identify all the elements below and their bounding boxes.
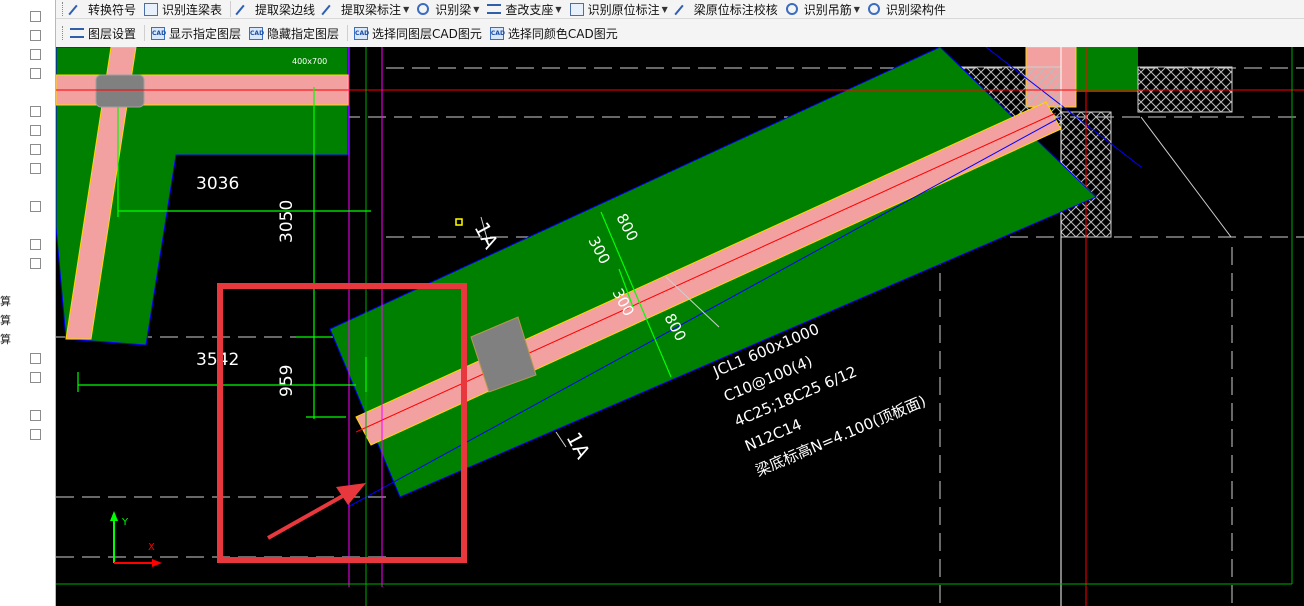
dimension-3050: 3050 <box>277 200 297 243</box>
beam-edge-icon <box>237 3 251 16</box>
toolbar-separator <box>347 25 349 41</box>
tree-item-text: 算 <box>0 333 11 346</box>
cad-layer-toolbar: 图层设置 CAD 显示指定图层 CAD 隐藏指定图层 CAD 选择同图层CAD图元 C… <box>56 19 1304 47</box>
button-label: 转换符号 <box>88 2 137 17</box>
dimension-959: 959 <box>277 365 297 397</box>
button-label: 图层设置 <box>88 26 137 41</box>
layer-settings-button[interactable]: 图层设置 <box>70 25 136 42</box>
chevron-down-icon[interactable]: ▼ <box>473 5 479 14</box>
checkbox[interactable] <box>30 30 41 41</box>
button-label: 识别连梁表 <box>162 2 223 17</box>
checkbox[interactable] <box>30 353 41 364</box>
identify-beam-button[interactable]: 识别梁 ▼ <box>417 1 479 18</box>
cad-drawing[interactable]: 3036 3050 3542 959 400x700 800 300 300 8… <box>56 47 1304 606</box>
identify-beam-icon <box>417 3 430 15</box>
chevron-down-icon[interactable]: ▼ <box>854 5 860 14</box>
column[interactable] <box>95 74 145 108</box>
toolbar-grip[interactable] <box>62 26 66 40</box>
beam-size-label: 400x700 <box>292 57 327 66</box>
checkbox[interactable] <box>30 106 41 117</box>
convert-symbol-button[interactable]: 转换符号 <box>70 1 136 18</box>
hide-layer-button[interactable]: CAD 隐藏指定图层 <box>249 25 339 42</box>
toolbar-separator <box>144 25 146 41</box>
checkbox[interactable] <box>30 201 41 212</box>
checkbox[interactable] <box>30 410 41 421</box>
checkbox[interactable] <box>30 144 41 155</box>
button-label: 识别梁 <box>435 2 472 17</box>
hanger-icon <box>785 3 798 15</box>
button-label: 选择同颜色CAD图元 <box>507 26 618 41</box>
beam-label-icon <box>323 3 337 16</box>
button-label: 识别梁构件 <box>885 2 946 17</box>
beam-label-check-button[interactable]: 梁原位标注校核 <box>676 1 778 18</box>
select-same-color-button[interactable]: CAD 选择同颜色CAD图元 <box>489 25 618 42</box>
drawing-canvas[interactable]: 3036 3050 3542 959 400x700 800 300 300 8… <box>56 47 1304 606</box>
layer-settings-icon <box>70 28 84 38</box>
button-label: 提取梁边线 <box>255 2 316 17</box>
axis-y-label: Y <box>121 517 129 528</box>
button-label: 查改支座 <box>505 2 554 17</box>
diagonal-beam-jcl1[interactable] <box>329 47 1097 508</box>
section-mark-bottom: 1A <box>562 428 596 463</box>
table-icon <box>144 2 159 16</box>
red-arrow-icon <box>267 483 366 540</box>
button-label: 梁原位标注校核 <box>693 2 778 17</box>
chevron-down-icon[interactable]: ▼ <box>555 5 561 14</box>
tree-item-text: 算 <box>0 314 11 327</box>
check-icon <box>676 3 690 16</box>
button-label: 提取梁标注 <box>341 2 402 17</box>
left-panel: 算 算 算 <box>0 0 56 606</box>
checkbox[interactable] <box>30 11 41 22</box>
in-situ-label-icon <box>569 2 584 16</box>
toolbar-grip[interactable] <box>62 2 66 16</box>
cad-show-layer-icon: CAD <box>151 26 166 40</box>
cad-hide-layer-icon: CAD <box>249 26 264 40</box>
dimension-3036: 3036 <box>196 174 239 194</box>
checkbox[interactable] <box>30 372 41 383</box>
chevron-down-icon[interactable]: ▼ <box>403 5 409 14</box>
identify-beam-member-button[interactable]: 识别梁构件 <box>867 1 946 18</box>
checkbox[interactable] <box>30 429 41 440</box>
checkbox[interactable] <box>30 163 41 174</box>
identify-in-situ-label-button[interactable]: 识别原位标注 ▼ <box>569 1 668 18</box>
extract-beam-edge-button[interactable]: 提取梁边线 <box>237 1 315 18</box>
button-label: 隐藏指定图层 <box>267 26 340 41</box>
cad-select-layer-icon: CAD <box>354 26 369 40</box>
convert-symbol-icon <box>70 3 84 16</box>
checkbox[interactable] <box>30 49 41 60</box>
section-mark-top: 1A <box>470 218 504 253</box>
support-icon <box>487 4 502 14</box>
toolbar-separator <box>230 1 232 17</box>
button-label: 识别吊筋 <box>803 2 852 17</box>
identify-coupling-beam-table-button[interactable]: 识别连梁表 <box>144 1 222 18</box>
slab-top-left[interactable] <box>56 47 349 346</box>
ucs-axis-icon: Y X <box>110 511 162 567</box>
grip-marker[interactable] <box>455 218 463 226</box>
chevron-down-icon[interactable]: ▼ <box>662 5 668 14</box>
extract-beam-label-button[interactable]: 提取梁标注 ▼ <box>323 1 409 18</box>
cad-identify-toolbar: 转换符号 识别连梁表 提取梁边线 提取梁标注 ▼ 识别梁 ▼ 查改支座 ▼ 识别原位标… <box>56 0 1304 19</box>
beam-member-icon <box>867 3 880 15</box>
check-support-button[interactable]: 查改支座 ▼ <box>487 1 562 18</box>
identify-hanger-button[interactable]: 识别吊筋 ▼ <box>785 1 860 18</box>
cad-select-color-icon: CAD <box>489 26 505 40</box>
checkbox[interactable] <box>30 125 41 136</box>
button-label: 识别原位标注 <box>587 2 660 17</box>
checkbox[interactable] <box>30 258 41 269</box>
tree-item-text: 算 <box>0 295 11 308</box>
show-layer-button[interactable]: CAD 显示指定图层 <box>151 25 241 42</box>
select-same-layer-button[interactable]: CAD 选择同图层CAD图元 <box>354 25 482 42</box>
checkbox[interactable] <box>30 239 41 250</box>
checkbox[interactable] <box>30 68 41 79</box>
button-label: 选择同图层CAD图元 <box>372 26 482 41</box>
axis-x-label: X <box>148 542 155 553</box>
button-label: 显示指定图层 <box>169 26 242 41</box>
